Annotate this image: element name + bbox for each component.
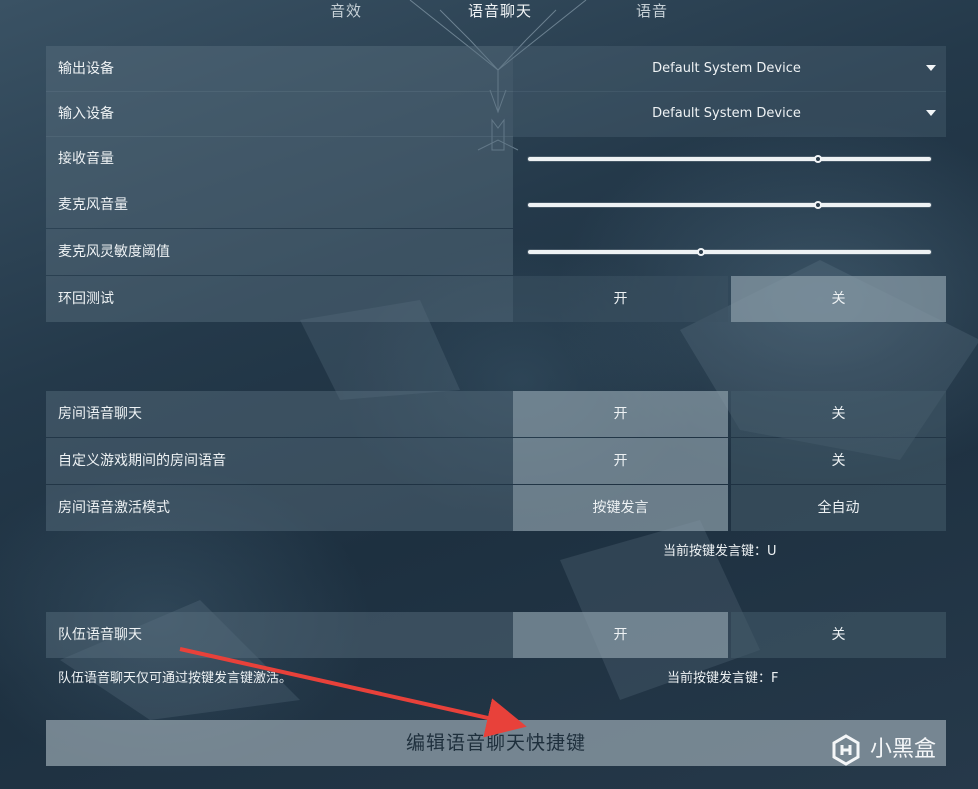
- slider-track[interactable]: [528, 248, 931, 256]
- custom-game-room-voice-row: 自定义游戏期间的房间语音 开 关: [46, 438, 946, 484]
- receive-volume-row: 接收音量: [46, 136, 946, 182]
- team-voice-chat-off-button[interactable]: 关: [731, 612, 946, 658]
- room-voice-chat-on-button[interactable]: 开: [513, 391, 728, 437]
- team-voice-chat-on-button[interactable]: 开: [513, 612, 728, 658]
- custom-game-room-voice-off-button[interactable]: 关: [731, 438, 946, 484]
- input-device-dropdown[interactable]: Default System Device: [513, 91, 946, 137]
- room-voice-chat-row: 房间语音聊天 开 关: [46, 391, 946, 437]
- watermark: 小黑盒: [830, 730, 960, 770]
- mic-sensitivity-label: 麦克风灵敏度阈值: [46, 229, 513, 275]
- room-ptt-key-note: 当前按键发言键：U: [663, 544, 777, 559]
- slider-track[interactable]: [528, 155, 931, 163]
- output-device-dropdown[interactable]: Default System Device: [513, 46, 946, 92]
- room-voice-chat-off-button[interactable]: 关: [731, 391, 946, 437]
- input-device-value: Default System Device: [652, 106, 801, 121]
- mic-sensitivity-row: 麦克风灵敏度阈值: [46, 229, 946, 275]
- room-voice-chat-label: 房间语音聊天: [46, 391, 513, 437]
- mic-volume-label: 麦克风音量: [46, 182, 513, 228]
- receive-volume-slider[interactable]: [513, 136, 946, 182]
- tab-voice[interactable]: 语音: [636, 0, 668, 21]
- slider-thumb[interactable]: [697, 248, 706, 256]
- loopback-test-row: 环回测试 开 关: [46, 276, 946, 322]
- output-device-row: 输出设备 Default System Device: [46, 46, 946, 92]
- custom-game-room-voice-toggle: 开 关: [513, 438, 946, 484]
- receive-volume-label: 接收音量: [46, 136, 513, 182]
- watermark-text: 小黑盒: [870, 737, 937, 762]
- edit-voice-chat-keybinds-button[interactable]: 编辑语音聊天快捷键: [46, 720, 946, 766]
- team-voice-chat-toggle: 开 关: [513, 612, 946, 658]
- mic-volume-row: 麦克风音量: [46, 182, 946, 228]
- caret-down-icon: [926, 65, 936, 71]
- tab-bar: 音效 语音聊天 语音: [0, 0, 978, 24]
- mic-volume-slider[interactable]: [513, 182, 946, 228]
- input-device-label: 输入设备: [46, 91, 513, 137]
- room-voice-activation-row: 房间语音激活模式 按键发言 全自动: [46, 485, 946, 531]
- loopback-toggle: 开 关: [513, 276, 946, 322]
- auto-activation-button[interactable]: 全自动: [731, 485, 946, 531]
- custom-game-room-voice-on-button[interactable]: 开: [513, 438, 728, 484]
- team-voice-hint: 队伍语音聊天仅可通过按键发言键激活。: [58, 671, 293, 686]
- team-voice-chat-label: 队伍语音聊天: [46, 612, 513, 658]
- team-ptt-key-note: 当前按键发言键：F: [667, 671, 779, 686]
- tab-sound[interactable]: 音效: [330, 0, 362, 21]
- output-device-value: Default System Device: [652, 61, 801, 76]
- team-voice-chat-row: 队伍语音聊天 开 关: [46, 612, 946, 658]
- tab-voice-chat[interactable]: 语音聊天: [468, 0, 532, 21]
- loopback-off-button[interactable]: 关: [731, 276, 946, 322]
- room-voice-chat-toggle: 开 关: [513, 391, 946, 437]
- output-device-label: 输出设备: [46, 46, 513, 92]
- room-voice-activation-label: 房间语音激活模式: [46, 485, 513, 531]
- slider-thumb[interactable]: [814, 201, 823, 209]
- slider-track[interactable]: [528, 201, 931, 209]
- input-device-row: 输入设备 Default System Device: [46, 91, 946, 137]
- mic-sensitivity-slider[interactable]: [513, 229, 946, 275]
- room-voice-activation-toggle: 按键发言 全自动: [513, 485, 946, 531]
- loopback-on-button[interactable]: 开: [513, 276, 728, 322]
- loopback-test-label: 环回测试: [46, 276, 513, 322]
- heybox-logo-icon: [832, 734, 860, 766]
- caret-down-icon: [926, 110, 936, 116]
- slider-thumb[interactable]: [814, 155, 823, 163]
- push-to-talk-button[interactable]: 按键发言: [513, 485, 728, 531]
- custom-game-room-voice-label: 自定义游戏期间的房间语音: [46, 438, 513, 484]
